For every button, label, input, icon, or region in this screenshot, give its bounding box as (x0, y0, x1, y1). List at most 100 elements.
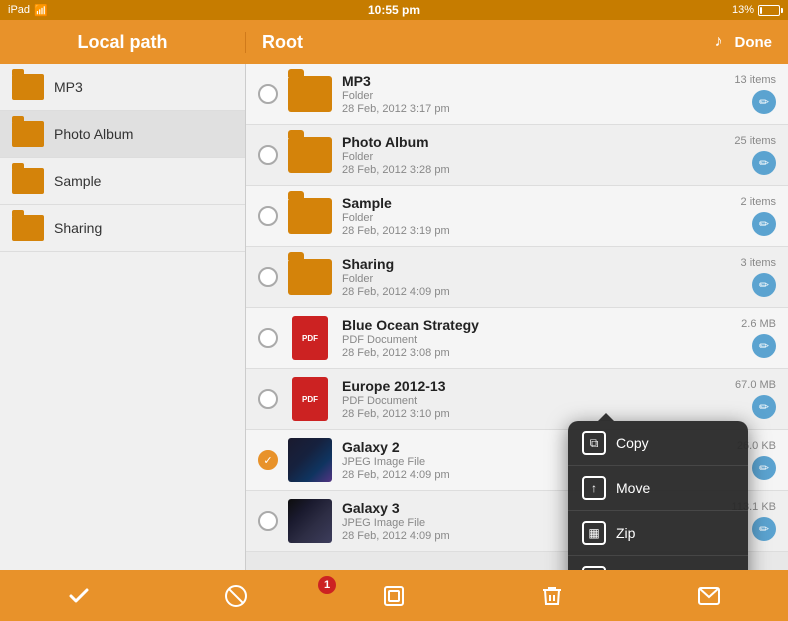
move-icon: ↑ (582, 476, 606, 500)
sidebar: MP3 Photo Album Sample Sharing (0, 64, 246, 570)
sidebar-item-sharing[interactable]: Sharing (0, 205, 245, 252)
toolbar-badge: 1 (318, 576, 336, 594)
file-size: 2 items (741, 196, 776, 208)
context-copy[interactable]: ⧉ Copy (568, 421, 748, 466)
battery-percent: 13% (732, 4, 754, 16)
file-meta1: Folder (342, 151, 726, 163)
file-icon-container (288, 255, 332, 299)
file-right: 67.0 MB ✏ (735, 379, 776, 419)
toolbar-sync-button[interactable] (362, 576, 426, 616)
context-move[interactable]: ↑ Move (568, 466, 748, 511)
status-time: 10:55 pm (368, 3, 420, 17)
main-layout: MP3 Photo Album Sample Sharing MP3 Folde… (0, 64, 788, 570)
sidebar-item-sample[interactable]: Sample (0, 158, 245, 205)
folder-icon (12, 168, 44, 194)
edit-button[interactable]: ✏ (752, 90, 776, 114)
battery-fill (760, 7, 762, 14)
sync-icon (382, 584, 406, 608)
file-icon-container: PDF (288, 377, 332, 421)
radio-galaxy2[interactable] (258, 450, 278, 470)
folder-icon (12, 121, 44, 147)
edit-button[interactable]: ✏ (752, 273, 776, 297)
edit-button[interactable]: ✏ (752, 151, 776, 175)
edit-button[interactable]: ✏ (752, 212, 776, 236)
music-icon[interactable]: ♪ (715, 33, 723, 51)
file-right: 25 items ✏ (734, 135, 776, 175)
file-item-photo-album[interactable]: Photo Album Folder 28 Feb, 2012 3:28 pm … (246, 125, 788, 186)
file-item-galaxy2[interactable]: Galaxy 2 JPEG Image File 28 Feb, 2012 4:… (246, 430, 788, 491)
sidebar-item-photo-album[interactable]: Photo Album (0, 111, 245, 158)
radio-photo-album[interactable] (258, 145, 278, 165)
file-icon-container (288, 133, 332, 177)
file-meta2: 28 Feb, 2012 3:17 pm (342, 103, 726, 115)
battery-icon (758, 5, 780, 16)
sidebar-item-mp3[interactable]: MP3 (0, 64, 245, 111)
context-open-in[interactable]: ↗ Open in (568, 556, 748, 570)
file-icon-container: PDF (288, 316, 332, 360)
folder-icon (12, 74, 44, 100)
toolbar-mail-button[interactable] (677, 576, 741, 616)
file-item-mp3[interactable]: MP3 Folder 28 Feb, 2012 3:17 pm 13 items… (246, 64, 788, 125)
radio-blue-ocean[interactable] (258, 328, 278, 348)
header-right-panel: Root ♪ Done (246, 32, 788, 53)
file-size: 2.6 MB (741, 318, 776, 330)
toolbar-delete-button[interactable] (520, 576, 584, 616)
trash-icon (540, 584, 564, 608)
done-button[interactable]: Done (735, 34, 773, 51)
file-item-sharing[interactable]: Sharing Folder 28 Feb, 2012 4:09 pm 3 it… (246, 247, 788, 308)
edit-button[interactable]: ✏ (752, 334, 776, 358)
radio-sharing[interactable] (258, 267, 278, 287)
context-zip-label: Zip (616, 525, 635, 541)
root-title: Root (262, 32, 303, 53)
file-right: 3 items ✏ (741, 257, 776, 297)
open-in-icon: ↗ (582, 566, 606, 570)
file-name: Europe 2012-13 (342, 378, 727, 394)
folder-icon-large (288, 259, 332, 295)
file-list: MP3 Folder 28 Feb, 2012 3:17 pm 13 items… (246, 64, 788, 570)
file-name: Blue Ocean Strategy (342, 317, 733, 333)
header: Local path Root ♪ Done (0, 20, 788, 64)
file-meta1: Folder (342, 90, 726, 102)
file-info: Sample Folder 28 Feb, 2012 3:19 pm (342, 195, 733, 237)
copy-icon: ⧉ (582, 431, 606, 455)
header-left-panel: Local path (0, 32, 246, 53)
image-thumbnail-galaxy3 (288, 499, 332, 543)
edit-button[interactable]: ✏ (752, 517, 776, 541)
radio-mp3[interactable] (258, 84, 278, 104)
file-item-sample[interactable]: Sample Folder 28 Feb, 2012 3:19 pm 2 ite… (246, 186, 788, 247)
carrier-label: iPad (8, 4, 30, 16)
radio-galaxy3[interactable] (258, 511, 278, 531)
file-right: 2.6 MB ✏ (741, 318, 776, 358)
file-size: 3 items (741, 257, 776, 269)
file-meta2: 28 Feb, 2012 3:10 pm (342, 408, 727, 420)
file-icon-container (288, 194, 332, 238)
file-name: Sharing (342, 256, 733, 272)
file-size: 67.0 MB (735, 379, 776, 391)
context-copy-label: Copy (616, 435, 649, 451)
radio-europe[interactable] (258, 389, 278, 409)
edit-button[interactable]: ✏ (752, 395, 776, 419)
file-info: MP3 Folder 28 Feb, 2012 3:17 pm (342, 73, 726, 115)
context-menu: ⧉ Copy ↑ Move ▦ Zip ↗ Open in ⬓ Save t (568, 421, 748, 570)
file-item-blue-ocean[interactable]: PDF Blue Ocean Strategy PDF Document 28 … (246, 308, 788, 369)
sidebar-label: Sample (54, 173, 101, 189)
file-info: Photo Album Folder 28 Feb, 2012 3:28 pm (342, 134, 726, 176)
toolbar: 1 (0, 570, 788, 621)
file-meta2: 28 Feb, 2012 3:28 pm (342, 164, 726, 176)
mail-icon (697, 584, 721, 608)
file-info: Europe 2012-13 PDF Document 28 Feb, 2012… (342, 378, 727, 420)
status-bar: iPad 📶 10:55 pm 13% (0, 0, 788, 20)
toolbar-stop-button[interactable] (204, 576, 268, 616)
radio-sample[interactable] (258, 206, 278, 226)
file-right: 13 items ✏ (734, 74, 776, 114)
file-size: 13 items (734, 74, 776, 86)
file-name: MP3 (342, 73, 726, 89)
wifi-icon: 📶 (34, 4, 48, 17)
sidebar-label: Photo Album (54, 126, 133, 142)
context-zip[interactable]: ▦ Zip (568, 511, 748, 556)
file-info: Blue Ocean Strategy PDF Document 28 Feb,… (342, 317, 733, 359)
file-icon-container (288, 72, 332, 116)
edit-button[interactable]: ✏ (752, 456, 776, 480)
file-meta2: 28 Feb, 2012 3:19 pm (342, 225, 733, 237)
toolbar-check-button[interactable] (47, 576, 111, 616)
